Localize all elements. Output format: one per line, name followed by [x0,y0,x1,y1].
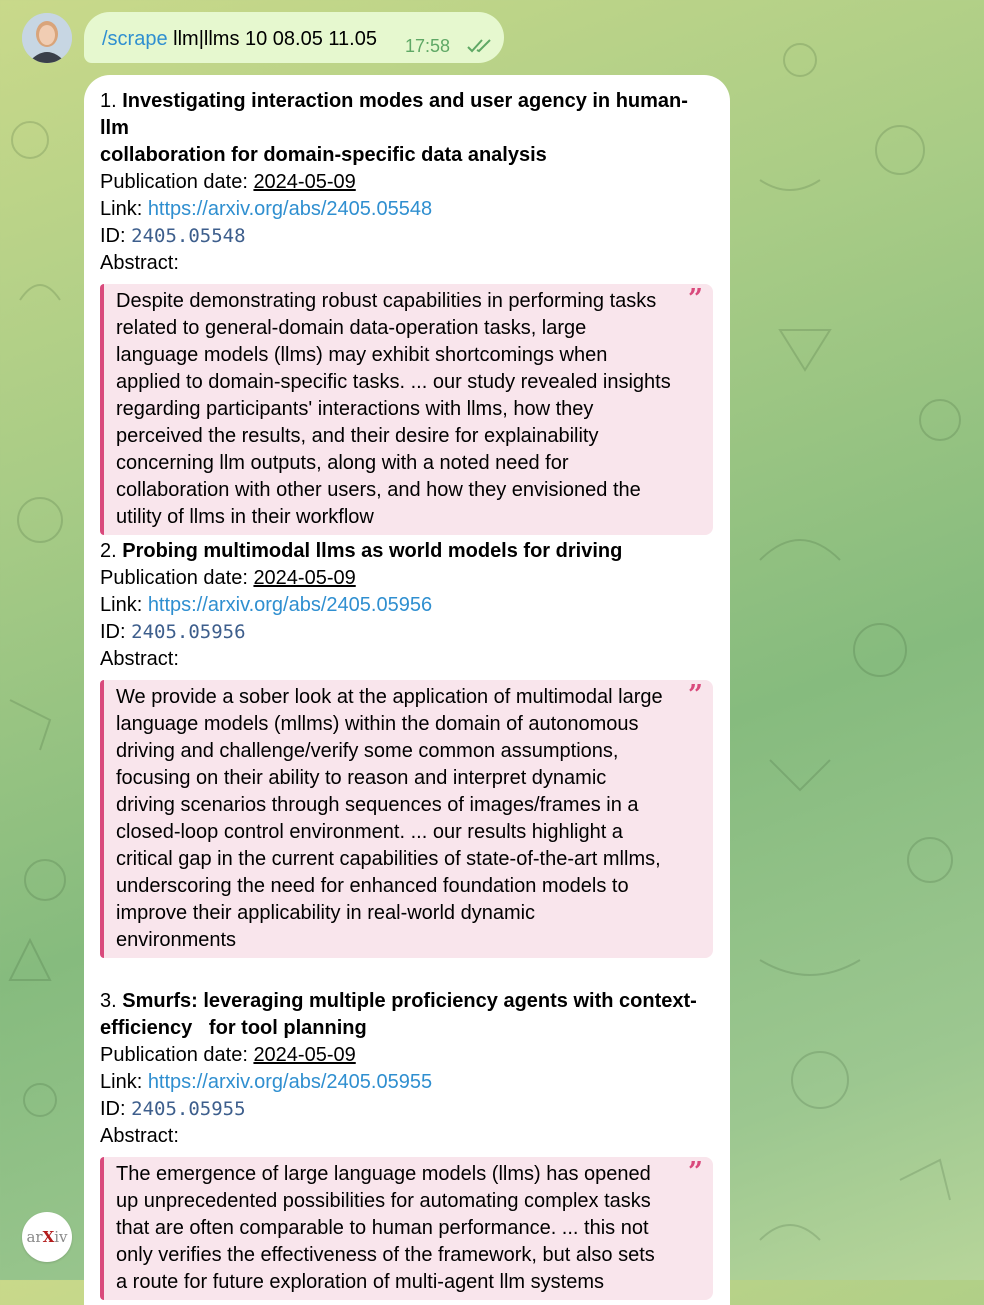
paper-link-row: Link: https://arxiv.org/abs/2405.05955 [100,1071,433,1093]
outgoing-message-bubble[interactable]: /scrape llm|llms 10 08.05 11.05 17:58 [84,12,504,63]
abstract-quote: ” We provide a sober look at the applica… [100,680,713,958]
abstract-label: Abstract: [100,1125,179,1147]
paper-entry: 2. Probing multimodal llms as world mode… [100,538,716,958]
abstract-quote: ” Despite demonstrating robust capabilit… [100,284,713,535]
paper-id-row: ID: 2405.05548 [100,225,246,247]
paper-link[interactable]: https://arxiv.org/abs/2405.05955 [148,1071,432,1093]
paper-title-cont: collaboration for domain-specific data a… [100,144,547,166]
paper-id[interactable]: 2405.05955 [131,1098,245,1120]
paper-link-row: Link: https://arxiv.org/abs/2405.05548 [100,198,433,220]
paper-entry: 1. Investigating interaction modes and u… [100,88,716,535]
paper-id[interactable]: 2405.05548 [131,225,245,247]
publication-date: Publication date: 2024-05-09 [100,171,356,193]
command-args: llm|llms 10 08.05 11.05 [167,28,377,50]
paper-title: 1. Investigating interaction modes and u… [100,90,688,139]
paper-title: 2. Probing multimodal llms as world mode… [100,540,623,562]
paper-link[interactable]: https://arxiv.org/abs/2405.05548 [148,198,432,220]
arxiv-bot-avatar[interactable]: ar Xiv [22,1212,72,1262]
publication-date: Publication date: 2024-05-09 [100,567,356,589]
abstract-label: Abstract: [100,648,179,670]
quote-icon: ” [688,1157,703,1187]
paper-link[interactable]: https://arxiv.org/abs/2405.05956 [148,594,432,616]
command-link[interactable]: /scrape [102,28,168,50]
paper-link-row: Link: https://arxiv.org/abs/2405.05956 [100,594,433,616]
message-time: 17:58 [404,36,450,56]
paper-id-row: ID: 2405.05956 [100,621,246,643]
publication-date: Publication date: 2024-05-09 [100,1044,356,1066]
paper-id[interactable]: 2405.05956 [131,621,245,643]
abstract-quote: ” The emergence of large language models… [100,1157,713,1300]
paper-title: 3. Smurfs: leveraging multiple proficien… [100,990,697,1012]
double-check-icon [467,39,491,53]
quote-icon: ” [688,284,703,314]
outgoing-message-text: /scrape llm|llms 10 08.05 11.05 [102,28,377,51]
user-avatar[interactable] [22,13,72,63]
paper-title-cont: efficiency for tool planning [100,1017,367,1039]
quote-icon: ” [688,680,703,710]
bot-message-bubble: 1. Investigating interaction modes and u… [84,75,730,1305]
paper-id-row: ID: 2405.05955 [100,1098,246,1120]
paper-entry: 3. Smurfs: leveraging multiple proficien… [100,988,716,1300]
abstract-label: Abstract: [100,252,179,274]
